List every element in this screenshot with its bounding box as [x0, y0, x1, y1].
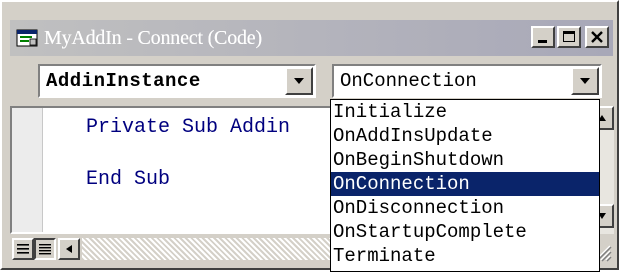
horizontal-scrollbar-track[interactable]	[82, 238, 332, 260]
window-title: MyAddIn - Connect (Code)	[44, 26, 262, 49]
title-bar[interactable]: MyAddIn - Connect (Code)	[10, 20, 613, 56]
code-window: MyAddIn - Connect (Code) AddinInstance O…	[0, 0, 619, 272]
maximize-button[interactable]	[557, 26, 581, 48]
chevron-down-icon	[294, 78, 304, 84]
procedure-combobox-dropdown-button[interactable]	[571, 67, 599, 95]
full-module-view-button[interactable]	[34, 238, 56, 260]
chevron-down-icon	[580, 78, 590, 84]
close-button[interactable]	[585, 26, 609, 48]
minimize-button[interactable]	[531, 26, 555, 48]
dropdown-item-ondisconnection[interactable]: OnDisconnection	[331, 196, 599, 220]
code-line[interactable]: Private Sub Addin	[86, 116, 290, 139]
scroll-left-button[interactable]	[58, 238, 80, 260]
full-module-view-icon	[39, 244, 51, 255]
procedure-combobox[interactable]: OnConnection	[332, 64, 602, 98]
maximize-icon	[563, 31, 575, 42]
object-combobox[interactable]: AddinInstance	[38, 64, 316, 98]
dropdown-item-initialize[interactable]: Initialize	[331, 100, 599, 124]
object-combobox-value: AddinInstance	[46, 70, 201, 92]
object-combobox-dropdown-button[interactable]	[285, 67, 313, 95]
dropdown-item-onaddinsupdate[interactable]: OnAddInsUpdate	[331, 124, 599, 148]
dropdown-item-terminate[interactable]: Terminate	[331, 244, 599, 268]
procedure-combobox-value: OnConnection	[340, 70, 477, 92]
code-window-icon	[16, 28, 38, 48]
margin-indicator-bar[interactable]	[12, 108, 43, 232]
procedure-view-icon	[17, 244, 29, 254]
dropdown-item-onstartupcomplete[interactable]: OnStartupComplete	[331, 220, 599, 244]
procedure-view-button[interactable]	[12, 238, 34, 260]
dropdown-item-onconnection[interactable]: OnConnection	[331, 172, 599, 196]
arrow-left-icon	[66, 245, 72, 253]
procedure-dropdown-list[interactable]: Initialize OnAddInsUpdate OnBeginShutdow…	[330, 99, 600, 272]
dropdown-item-onbeginshutdown[interactable]: OnBeginShutdown	[331, 148, 599, 172]
close-icon	[591, 31, 603, 43]
minimize-icon	[538, 40, 547, 43]
code-line[interactable]: End Sub	[86, 168, 170, 191]
